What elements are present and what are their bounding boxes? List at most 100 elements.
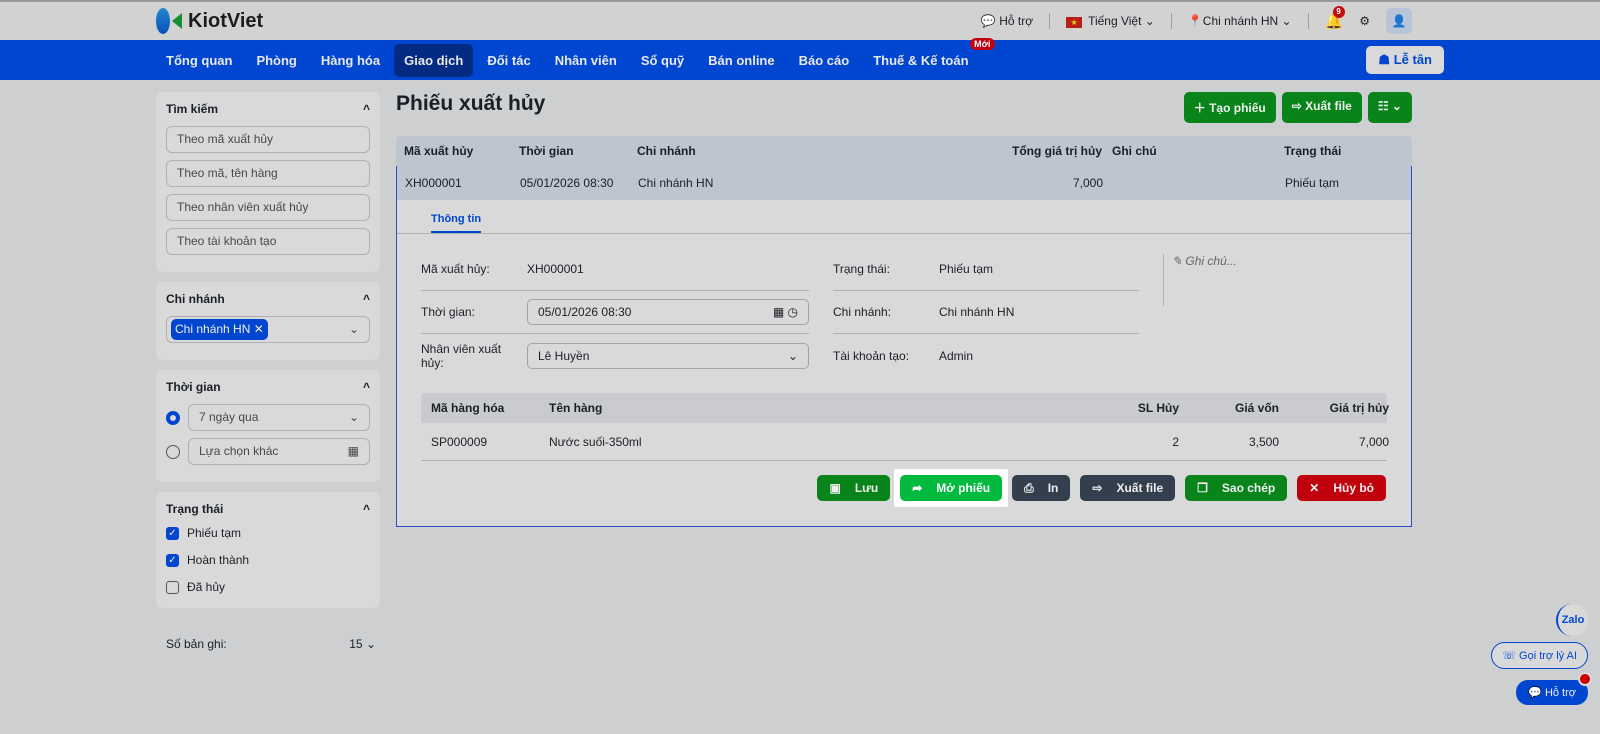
preset-select[interactable]: 7 ngày qua ⌄ bbox=[188, 404, 370, 431]
clock-icon[interactable]: ◷ bbox=[788, 305, 798, 319]
nav-transactions[interactable]: Giao dịch bbox=[394, 43, 474, 77]
product-code: SP000009 bbox=[431, 434, 488, 449]
table-row[interactable]: XH000001 05/01/2026 08:30 Chi nhánh HN 7… bbox=[397, 166, 1411, 200]
nav-partners[interactable]: Đối tác bbox=[477, 44, 540, 77]
search-creator-input[interactable]: Theo tài khoản tạo bbox=[166, 228, 370, 255]
print-button[interactable]: ⎙ In bbox=[1012, 475, 1071, 501]
gear-icon[interactable]: ⚙ bbox=[1359, 14, 1370, 28]
support-badge bbox=[1578, 672, 1592, 686]
status-cancelled-label: Đã hủy bbox=[187, 580, 226, 594]
export-file-button[interactable]: ⇨ Xuất file bbox=[1080, 475, 1176, 501]
save-button[interactable]: ▣ Lưu bbox=[817, 475, 891, 501]
branch-label: Chi nhánh: bbox=[833, 305, 892, 319]
divider bbox=[1049, 13, 1051, 29]
tab-info[interactable]: Thông tin bbox=[431, 213, 482, 233]
cancel-button[interactable]: ✕ Hủy bỏ bbox=[1297, 475, 1386, 501]
preset-label: 7 ngày qua bbox=[199, 410, 259, 424]
main-content: Phiếu xuất hủy ＋ Tạo phiếu ⇨ Xuất file ☷… bbox=[396, 92, 1412, 527]
cell-code: XH000001 bbox=[405, 176, 462, 190]
time-input[interactable]: 05/01/2026 08:30 ▦ ◷ bbox=[527, 299, 809, 325]
close-icon[interactable]: ✕ bbox=[254, 322, 264, 336]
code-value: XH000001 bbox=[527, 262, 584, 276]
note-placeholder: Ghi chú... bbox=[1185, 254, 1237, 268]
product-qty: 2 bbox=[1172, 434, 1179, 449]
column-toggle-button[interactable]: ☷ ⌄ bbox=[1367, 92, 1412, 123]
nav-staff[interactable]: Nhân viên bbox=[545, 44, 627, 77]
pcol-name: Tên hàng bbox=[549, 401, 603, 415]
nav-overview[interactable]: Tổng quan bbox=[156, 44, 242, 77]
custom-date-input[interactable]: Lựa chọn khác ▦ bbox=[188, 438, 370, 465]
help-label: Hỗ trợ bbox=[999, 14, 1034, 28]
save-label: Lưu bbox=[854, 481, 879, 495]
creator-value: Admin bbox=[939, 348, 974, 363]
product-name: Nước suối-350ml bbox=[549, 434, 642, 449]
open-button[interactable]: ➦ Mở phiếu bbox=[900, 475, 1003, 501]
nav-online[interactable]: Bán online bbox=[698, 44, 784, 77]
calendar-icon[interactable]: ▦ bbox=[773, 305, 784, 319]
branch-card: Chi nhánh ^ Chi nhánh HN ✕ ⌄ bbox=[156, 282, 380, 360]
file-export-icon: ⇨ bbox=[1092, 481, 1103, 495]
create-button[interactable]: ＋ Tạo phiếu bbox=[1183, 92, 1276, 123]
time-value: 05/01/2026 08:30 bbox=[538, 305, 632, 319]
search-staff-input[interactable]: Theo nhân viên xuất hủy bbox=[166, 194, 370, 221]
support-label: Hỗ trợ bbox=[1544, 687, 1576, 699]
print-label: In bbox=[1047, 481, 1059, 495]
cell-time: 05/01/2026 08:30 bbox=[520, 176, 614, 190]
copy-button[interactable]: ❐ Sao chép bbox=[1185, 475, 1288, 501]
avatar[interactable]: 👤 bbox=[1386, 8, 1412, 34]
nav-goods[interactable]: Hàng hóa bbox=[311, 44, 390, 77]
chevron-up-icon[interactable]: ^ bbox=[363, 102, 370, 116]
help-link[interactable]: 💬 Hỗ trợ bbox=[981, 14, 1033, 28]
checkbox-cancelled[interactable] bbox=[166, 580, 179, 594]
language-select[interactable]: ★ Tiếng Việt ⌄ bbox=[1066, 14, 1155, 28]
checkbox-draft[interactable]: ✓ bbox=[166, 526, 179, 540]
chevron-up-icon[interactable]: ^ bbox=[363, 292, 370, 306]
product-row: SP000009 Nước suối-350ml 2 3,500 7,000 bbox=[421, 423, 1389, 461]
cancel-label: Hủy bỏ bbox=[1333, 481, 1374, 495]
time-card: Thời gian ^ 7 ngày qua ⌄ Lựa chọn khác ▦ bbox=[156, 370, 380, 482]
search-code-input[interactable]: Theo mã xuất hủy bbox=[166, 126, 370, 153]
bell-icon[interactable]: 🔔 9 bbox=[1325, 6, 1345, 30]
chevron-up-icon[interactable]: ^ bbox=[363, 502, 370, 516]
col-code: Mã xuất hủy bbox=[404, 144, 474, 158]
page-size: Số bản ghi: 15 ⌄ bbox=[166, 637, 376, 651]
col-total: Tổng giá trị hủy bbox=[1012, 144, 1102, 158]
vn-flag-icon: ★ bbox=[1066, 17, 1083, 28]
logo[interactable]: KiotViet bbox=[156, 8, 263, 34]
chevron-up-icon[interactable]: ^ bbox=[363, 380, 370, 394]
col-branch: Chi nhánh bbox=[637, 144, 696, 158]
checkbox-completed[interactable]: ✓ bbox=[166, 553, 179, 567]
product-value: 7,000 bbox=[1358, 434, 1389, 449]
branch-multiselect[interactable]: Chi nhánh HN ✕ ⌄ bbox=[166, 316, 370, 343]
radio-preset[interactable] bbox=[166, 410, 180, 425]
notification-badge: 9 bbox=[1332, 6, 1345, 18]
ai-assistant-button[interactable]: ☏ Gọi trợ lý AI bbox=[1491, 642, 1588, 669]
export-button[interactable]: ⇨ Xuất file bbox=[1281, 92, 1362, 123]
nav-tax[interactable]: Thuế & Kế toán Mới bbox=[863, 37, 995, 77]
chevron-down-icon: ⌄ bbox=[787, 348, 798, 363]
nav-rooms[interactable]: Phòng bbox=[246, 44, 306, 77]
create-label: Tạo phiếu bbox=[1209, 101, 1266, 115]
note-input[interactable]: ✎ Ghi chú... bbox=[1163, 254, 1237, 306]
col-status: Trạng thái bbox=[1284, 144, 1342, 158]
chevron-down-icon: ⌄ bbox=[348, 322, 359, 336]
nav-tax-label: Thuế & Kế toán bbox=[873, 52, 969, 68]
zalo-button[interactable]: Zalo bbox=[1556, 604, 1588, 636]
nav-reports[interactable]: Báo cáo bbox=[789, 44, 860, 77]
page-size-select[interactable]: 15 ⌄ bbox=[349, 637, 376, 651]
share-arrow-icon: ➦ bbox=[912, 481, 923, 495]
search-product-input[interactable]: Theo mã, tên hàng bbox=[166, 160, 370, 187]
radio-custom[interactable] bbox=[166, 444, 180, 459]
staff-label: Nhân viên xuất hủy: bbox=[421, 341, 502, 370]
support-chat-button[interactable]: 💬 Hỗ trợ bbox=[1516, 672, 1592, 705]
pcol-code: Mã hàng hóa bbox=[431, 401, 505, 415]
status-title: Trạng thái bbox=[166, 502, 224, 516]
save-icon: ▣ bbox=[829, 481, 841, 495]
export-file-label: Xuất file bbox=[1116, 481, 1164, 495]
branch-select[interactable]: 📍Chi nhánh HN ⌄ bbox=[1188, 14, 1292, 28]
reception-button[interactable]: ☗ Lễ tân bbox=[1366, 46, 1444, 74]
location-icon: 📍 bbox=[1187, 14, 1203, 28]
staff-select[interactable]: Lê Huyền ⌄ bbox=[527, 342, 809, 369]
branch-value: Chi nhánh HN bbox=[939, 305, 1015, 319]
nav-cashbook[interactable]: Sổ quỹ bbox=[631, 44, 694, 77]
